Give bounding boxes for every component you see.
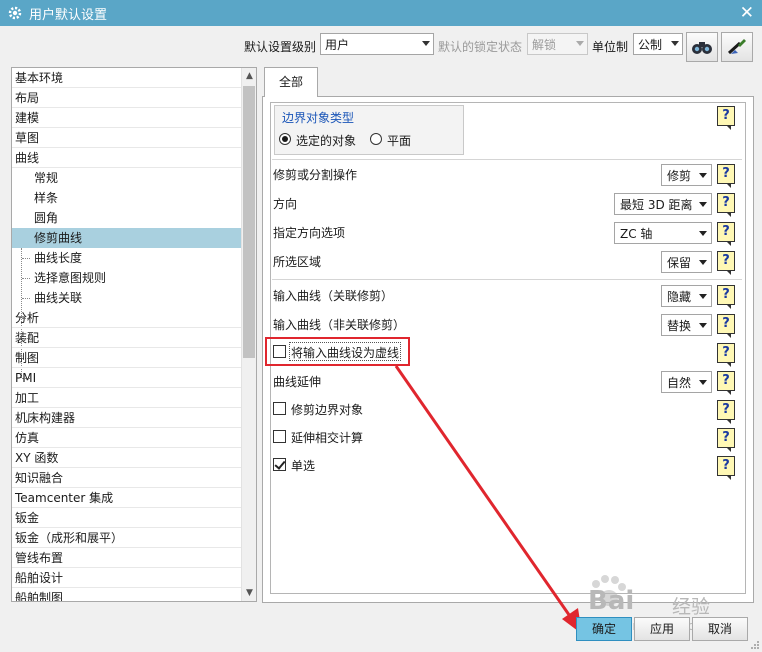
tab-all[interactable]: 全部 bbox=[264, 67, 318, 97]
cancel-button[interactable]: 取消 bbox=[692, 617, 748, 641]
watermark-brand: Bai bbox=[588, 586, 635, 616]
ok-button[interactable]: 确定 bbox=[576, 617, 632, 641]
watermark-brand2: 经验 bbox=[672, 596, 711, 618]
apply-button[interactable]: 应用 bbox=[634, 617, 690, 641]
annotation-arrow bbox=[394, 365, 582, 634]
resize-grip-icon[interactable] bbox=[750, 640, 760, 650]
